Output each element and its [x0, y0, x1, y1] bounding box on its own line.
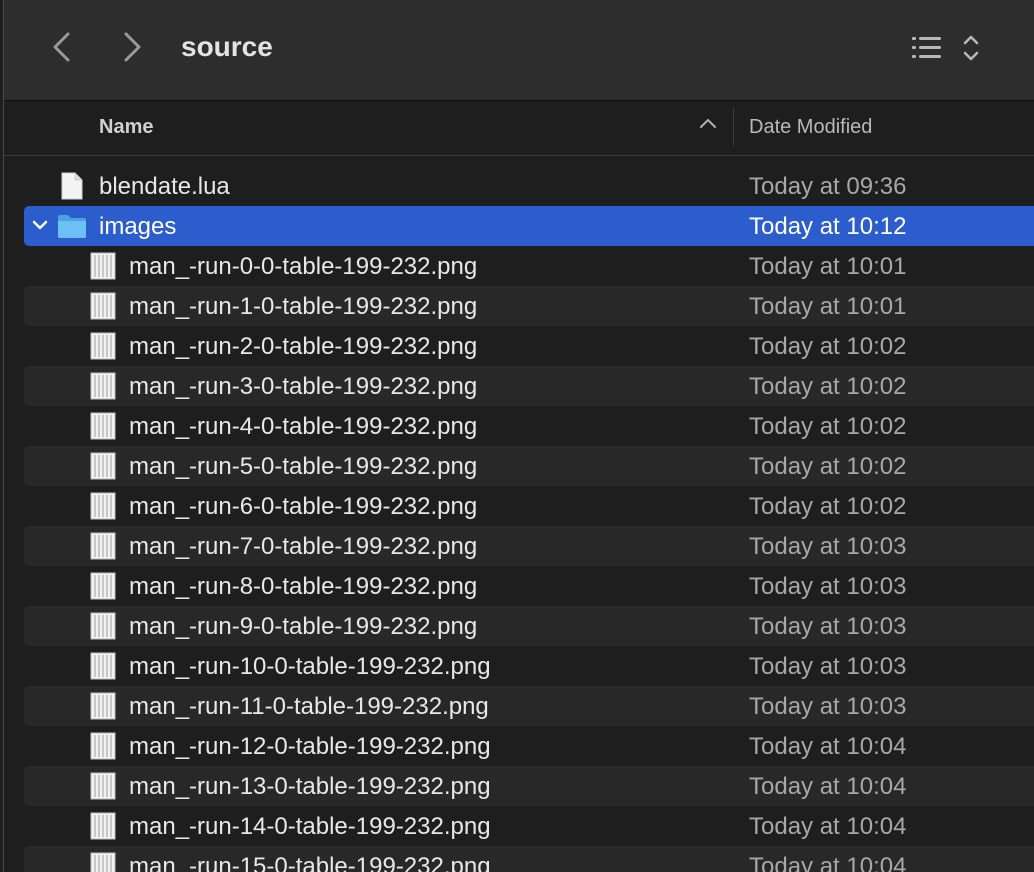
finder-window: source Name Date Modified blendate.lua T… [3, 0, 1034, 872]
item-date: Today at 10:03 [749, 613, 907, 640]
back-button[interactable] [44, 28, 80, 66]
item-date: Today at 10:02 [749, 373, 907, 400]
list-item[interactable]: man_-run-9-0-table-199-232.png Today at … [24, 606, 1034, 646]
item-name: man_-run-9-0-table-199-232.png [129, 613, 478, 640]
list-item[interactable]: man_-run-2-0-table-199-232.png Today at … [4, 326, 1034, 366]
chevron-left-icon [53, 32, 70, 62]
item-date: Today at 10:03 [749, 693, 907, 720]
image-file-icon [90, 732, 116, 760]
list-item-selected[interactable]: images Today at 10:12 [24, 206, 1034, 246]
item-name: man_-run-4-0-table-199-232.png [129, 413, 478, 440]
item-date: Today at 10:03 [749, 653, 907, 680]
list-item[interactable]: man_-run-5-0-table-199-232.png Today at … [24, 446, 1034, 486]
item-name: man_-run-5-0-table-199-232.png [129, 453, 478, 480]
item-date: Today at 10:02 [749, 493, 907, 520]
item-date: Today at 10:03 [749, 533, 907, 560]
image-file-icon [90, 652, 116, 680]
list-item[interactable]: man_-run-11-0-table-199-232.png Today at… [24, 686, 1034, 726]
image-file-icon [90, 532, 116, 560]
item-name: blendate.lua [99, 173, 230, 200]
window-title: source [181, 31, 273, 62]
item-date: Today at 10:01 [749, 253, 907, 280]
list-item[interactable]: man_-run-3-0-table-199-232.png Today at … [24, 366, 1034, 406]
item-date: Today at 10:02 [749, 413, 907, 440]
chevron-right-icon [124, 32, 141, 62]
toolbar: source [4, 0, 1034, 101]
image-file-icon [90, 492, 116, 520]
list-item[interactable]: man_-run-14-0-table-199-232.png Today at… [4, 806, 1034, 846]
image-file-icon [90, 452, 116, 480]
item-name: man_-run-3-0-table-199-232.png [129, 373, 478, 400]
view-mode-button[interactable] [906, 28, 992, 68]
item-date: Today at 10:02 [749, 333, 907, 360]
list-item[interactable]: man_-run-10-0-table-199-232.png Today at… [4, 646, 1034, 686]
item-name: man_-run-2-0-table-199-232.png [129, 333, 478, 360]
item-date: Today at 09:36 [749, 173, 907, 200]
item-name: man_-run-13-0-table-199-232.png [129, 773, 491, 800]
list-item[interactable]: man_-run-7-0-table-199-232.png Today at … [24, 526, 1034, 566]
image-file-icon [90, 772, 116, 800]
image-file-icon [90, 812, 116, 840]
item-name: man_-run-1-0-table-199-232.png [129, 293, 478, 320]
column-divider[interactable] [733, 108, 734, 146]
item-name: man_-run-6-0-table-199-232.png [129, 493, 478, 520]
list-item[interactable]: man_-run-4-0-table-199-232.png Today at … [4, 406, 1034, 446]
item-name: man_-run-7-0-table-199-232.png [129, 533, 478, 560]
image-file-icon [90, 292, 116, 320]
item-date: Today at 10:04 [749, 773, 907, 800]
chevron-up-icon[interactable] [699, 117, 717, 129]
list-item[interactable]: man_-run-12-0-table-199-232.png Today at… [4, 726, 1034, 766]
list-item[interactable]: man_-run-15-0-table-199-232.png Today at… [24, 846, 1034, 872]
item-date: Today at 10:12 [749, 213, 907, 240]
image-file-icon [90, 332, 116, 360]
image-file-icon [90, 372, 116, 400]
image-file-icon [90, 572, 116, 600]
item-name: images [99, 213, 177, 240]
item-name: man_-run-0-0-table-199-232.png [129, 253, 478, 280]
list-item[interactable]: man_-run-6-0-table-199-232.png Today at … [4, 486, 1034, 526]
item-name: man_-run-8-0-table-199-232.png [129, 573, 478, 600]
image-file-icon [90, 852, 116, 872]
forward-button[interactable] [114, 28, 150, 66]
column-header: Name Date Modified [4, 101, 1034, 156]
file-list: blendate.lua Today at 09:36 images Today… [4, 166, 1034, 872]
item-date: Today at 10:04 [749, 813, 907, 840]
name-column-header[interactable]: Name [99, 115, 153, 139]
item-date: Today at 10:02 [749, 453, 907, 480]
list-item[interactable]: man_-run-1-0-table-199-232.png Today at … [24, 286, 1034, 326]
image-file-icon [90, 612, 116, 640]
item-name: man_-run-10-0-table-199-232.png [129, 653, 491, 680]
item-date: Today at 10:04 [749, 853, 907, 872]
item-date: Today at 10:04 [749, 733, 907, 760]
list-item[interactable]: man_-run-8-0-table-199-232.png Today at … [4, 566, 1034, 606]
image-file-icon [90, 692, 116, 720]
list-item[interactable]: man_-run-0-0-table-199-232.png Today at … [4, 246, 1034, 286]
image-file-icon [90, 412, 116, 440]
list-item[interactable]: man_-run-13-0-table-199-232.png Today at… [24, 766, 1034, 806]
item-name: man_-run-12-0-table-199-232.png [129, 733, 491, 760]
image-file-icon [90, 252, 116, 280]
chevron-down-icon[interactable] [32, 218, 48, 232]
item-name: man_-run-11-0-table-199-232.png [129, 693, 489, 720]
folder-icon [58, 215, 86, 238]
list-item[interactable]: blendate.lua Today at 09:36 [4, 166, 1034, 206]
item-name: man_-run-14-0-table-199-232.png [129, 813, 491, 840]
list-view-icon [912, 35, 979, 61]
item-name: man_-run-15-0-table-199-232.png [129, 853, 491, 872]
item-date: Today at 10:03 [749, 573, 907, 600]
date-modified-column-header[interactable]: Date Modified [749, 115, 872, 139]
item-date: Today at 10:01 [749, 293, 907, 320]
document-icon [61, 172, 83, 200]
